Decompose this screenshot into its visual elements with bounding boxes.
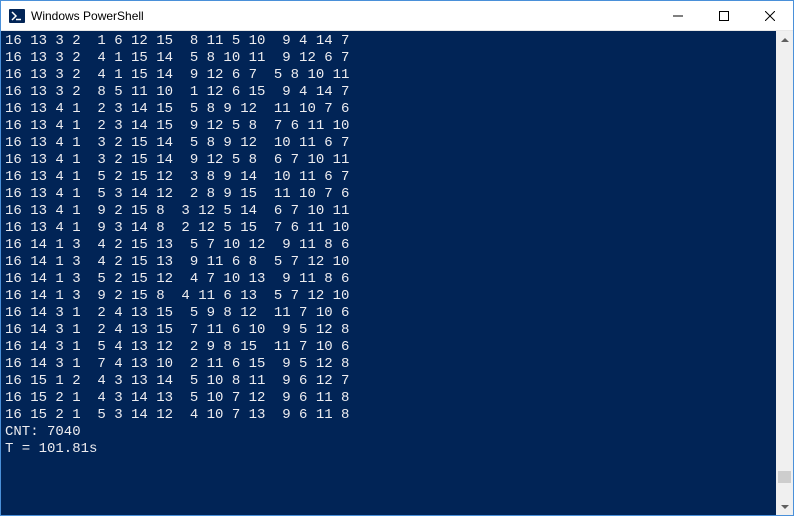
- maximize-button[interactable]: [701, 1, 747, 30]
- powershell-icon: [9, 8, 25, 24]
- scrollbar-thumb[interactable]: [778, 471, 791, 483]
- scroll-up-arrow[interactable]: [776, 31, 793, 48]
- scroll-down-arrow[interactable]: [776, 498, 793, 515]
- console-output: 16 13 3 2 1 6 12 15 8 11 5 10 9 4 14 7 1…: [1, 31, 776, 515]
- window-controls: [655, 1, 793, 30]
- close-button[interactable]: [747, 1, 793, 30]
- window-titlebar: Windows PowerShell: [1, 1, 793, 31]
- minimize-button[interactable]: [655, 1, 701, 30]
- vertical-scrollbar[interactable]: [776, 31, 793, 515]
- client-area: 16 13 3 2 1 6 12 15 8 11 5 10 9 4 14 7 1…: [1, 31, 793, 515]
- window-title: Windows PowerShell: [31, 9, 655, 23]
